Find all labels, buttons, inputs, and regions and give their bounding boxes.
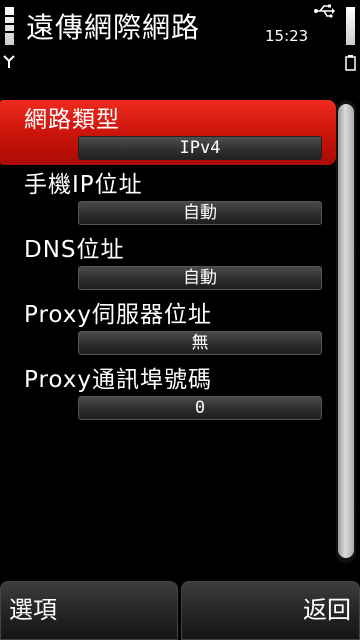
battery-level-bar [346,7,355,45]
setting-label: Proxy通訊埠號碼 [24,367,213,393]
signal-strength-bar [5,7,14,45]
setting-value[interactable]: 自動 [78,201,322,225]
status-bar: 遠傳網際網路 15:23 [0,0,360,80]
setting-dns-address[interactable]: DNS位址 自動 [0,230,336,295]
setting-label: 手機IP位址 [24,172,143,198]
back-softkey[interactable]: 返回 [181,581,360,640]
antenna-icon [3,55,15,68]
setting-label: Proxy伺服器位址 [24,302,213,328]
setting-value[interactable]: 無 [78,331,322,355]
setting-network-type[interactable]: 網路類型 IPv4 [0,100,336,165]
setting-phone-ip[interactable]: 手機IP位址 自動 [0,165,336,230]
setting-label: 網路類型 [24,107,120,133]
setting-proxy-port[interactable]: Proxy通訊埠號碼 0 [0,360,336,425]
setting-value[interactable]: 0 [78,396,322,420]
setting-value[interactable]: IPv4 [78,136,322,160]
scrollbar-thumb[interactable] [338,104,354,558]
signal-tick [5,15,14,17]
signal-tick [5,23,14,25]
setting-value[interactable]: 自動 [78,266,322,290]
signal-tick [5,31,14,33]
settings-list: 網路類型 IPv4 手機IP位址 自動 DNS位址 自動 Proxy伺服器位址 … [0,100,336,425]
usb-icon [314,4,335,18]
setting-proxy-address[interactable]: Proxy伺服器位址 無 [0,295,336,360]
options-softkey[interactable]: 選項 [0,581,178,640]
battery-icon [345,55,356,71]
setting-label: DNS位址 [24,237,125,263]
clock: 15:23 [265,27,309,45]
page-title: 遠傳網際網路 [26,11,201,44]
